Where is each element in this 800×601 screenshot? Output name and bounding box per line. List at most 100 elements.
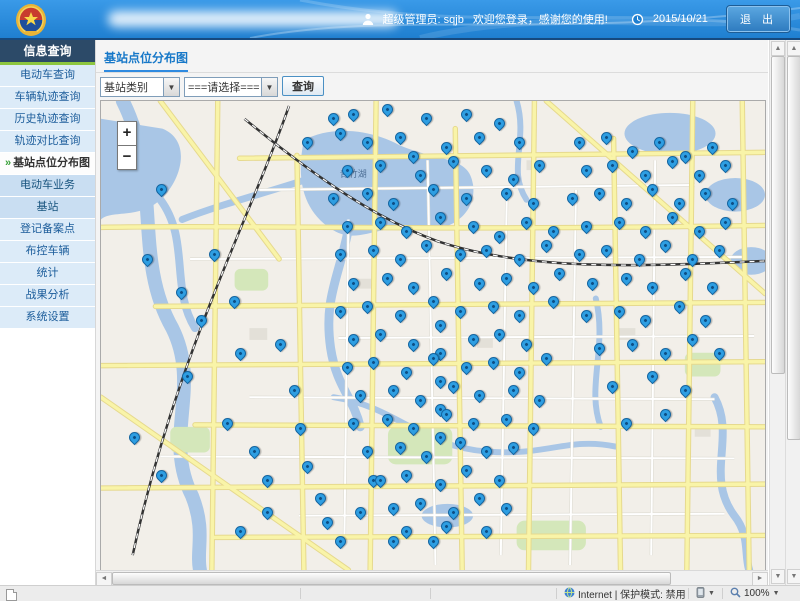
map-pin[interactable] — [685, 332, 701, 348]
map-pin[interactable] — [718, 158, 734, 174]
map-pin[interactable] — [658, 346, 674, 362]
map-pin[interactable] — [300, 135, 316, 151]
map-pin[interactable] — [333, 303, 349, 319]
scroll-down-icon[interactable]: ▼ — [771, 569, 785, 584]
map-pin[interactable] — [406, 421, 422, 437]
map-pin[interactable] — [572, 247, 588, 263]
map-pin[interactable] — [173, 285, 189, 301]
map-pin[interactable] — [618, 416, 634, 432]
zoom-in-button[interactable]: + — [117, 121, 137, 146]
map-pin[interactable] — [459, 360, 475, 376]
map-pin[interactable] — [373, 158, 389, 174]
map-pin[interactable] — [632, 252, 648, 268]
map-pin[interactable] — [725, 196, 741, 212]
map-pin[interactable] — [539, 350, 555, 366]
sidebar-item[interactable]: 电动车查询 — [0, 65, 95, 87]
map-pin[interactable] — [346, 416, 362, 432]
map-pin[interactable] — [472, 275, 488, 291]
map-pin[interactable] — [678, 149, 694, 165]
map-pin[interactable] — [479, 163, 495, 179]
map-pin[interactable] — [525, 196, 541, 212]
query-button[interactable]: 查询 — [282, 76, 324, 96]
map-pin[interactable] — [512, 252, 528, 268]
map-pin[interactable] — [412, 393, 428, 409]
map-pin[interactable] — [319, 515, 335, 531]
area-select[interactable]: ===请选择=== ▼ — [184, 77, 278, 97]
map-pin[interactable] — [339, 219, 355, 235]
sidebar-item[interactable]: 基站 — [0, 197, 95, 219]
map-pin[interactable] — [353, 505, 369, 521]
map-pin[interactable] — [585, 275, 601, 291]
scroll-right-icon[interactable]: ► — [752, 572, 768, 586]
map-pin[interactable] — [432, 477, 448, 493]
map-pin[interactable] — [220, 416, 236, 432]
map-pin[interactable] — [326, 191, 342, 207]
map-pin[interactable] — [432, 210, 448, 226]
sidebar-item[interactable]: 系统设置 — [0, 307, 95, 329]
map-pin[interactable] — [412, 496, 428, 512]
map-pin[interactable] — [366, 242, 382, 258]
map-pin[interactable] — [439, 519, 455, 535]
map-pin[interactable] — [505, 172, 521, 188]
map-pin[interactable] — [718, 214, 734, 230]
map-pin[interactable] — [432, 374, 448, 390]
map-pin[interactable] — [618, 271, 634, 287]
map-pin[interactable] — [359, 299, 375, 315]
sidebar-item[interactable]: 历史轨迹查询 — [0, 109, 95, 131]
map-pin[interactable] — [432, 318, 448, 334]
map-pin[interactable] — [359, 186, 375, 202]
map-pin[interactable] — [452, 247, 468, 263]
map-pin[interactable] — [691, 224, 707, 240]
map-pin[interactable] — [300, 458, 316, 474]
map-pin[interactable] — [426, 182, 442, 198]
map-pin[interactable] — [651, 135, 667, 151]
sidebar-item[interactable]: 战果分析 — [0, 285, 95, 307]
sidebar-item[interactable]: 轨迹对比查询 — [0, 131, 95, 153]
map-pin[interactable] — [519, 336, 535, 352]
map-pin[interactable] — [260, 505, 276, 521]
map-pin[interactable] — [492, 472, 508, 488]
map-pin[interactable] — [426, 533, 442, 549]
map-pin[interactable] — [645, 369, 661, 385]
map-pin[interactable] — [499, 186, 515, 202]
map-pin[interactable] — [578, 219, 594, 235]
map-pin[interactable] — [678, 383, 694, 399]
map-pin[interactable] — [466, 219, 482, 235]
scroll-up-icon[interactable]: ▲ — [771, 41, 785, 56]
map-pin[interactable] — [153, 468, 169, 484]
sidebar-item[interactable]: 电动车业务 — [0, 175, 95, 197]
map-pin[interactable] — [419, 111, 435, 127]
map-pin[interactable] — [353, 388, 369, 404]
map-pin[interactable] — [359, 135, 375, 151]
map-pin[interactable] — [233, 524, 249, 540]
map-pin[interactable] — [459, 463, 475, 479]
map-pin[interactable] — [426, 294, 442, 310]
map-pin[interactable] — [592, 186, 608, 202]
map-pin[interactable] — [705, 280, 721, 296]
map-pin[interactable] — [711, 242, 727, 258]
map-pin[interactable] — [472, 491, 488, 507]
map-pin[interactable] — [439, 266, 455, 282]
browser-zoom-control[interactable]: 100% ▼ — [730, 586, 780, 601]
map-pin[interactable] — [612, 303, 628, 319]
map-pin[interactable] — [685, 252, 701, 268]
map-pin[interactable] — [386, 196, 402, 212]
map-pin[interactable] — [479, 524, 495, 540]
presentation-mode-control[interactable]: ▼ — [696, 586, 715, 601]
map-pin[interactable] — [412, 167, 428, 183]
map-pin[interactable] — [678, 266, 694, 282]
map-pin[interactable] — [439, 139, 455, 155]
map-pin[interactable] — [419, 238, 435, 254]
map-pin[interactable] — [399, 224, 415, 240]
map-pin[interactable] — [472, 388, 488, 404]
map-pin[interactable] — [698, 186, 714, 202]
map-pin[interactable] — [625, 144, 641, 160]
map-pin[interactable] — [373, 327, 389, 343]
map-pin[interactable] — [373, 214, 389, 230]
map-pin[interactable] — [499, 500, 515, 516]
map-pin[interactable] — [466, 332, 482, 348]
scroll-down-icon[interactable]: ▼ — [787, 569, 800, 584]
map-pin[interactable] — [665, 153, 681, 169]
map-pin[interactable] — [333, 533, 349, 549]
map-pin[interactable] — [393, 439, 409, 455]
